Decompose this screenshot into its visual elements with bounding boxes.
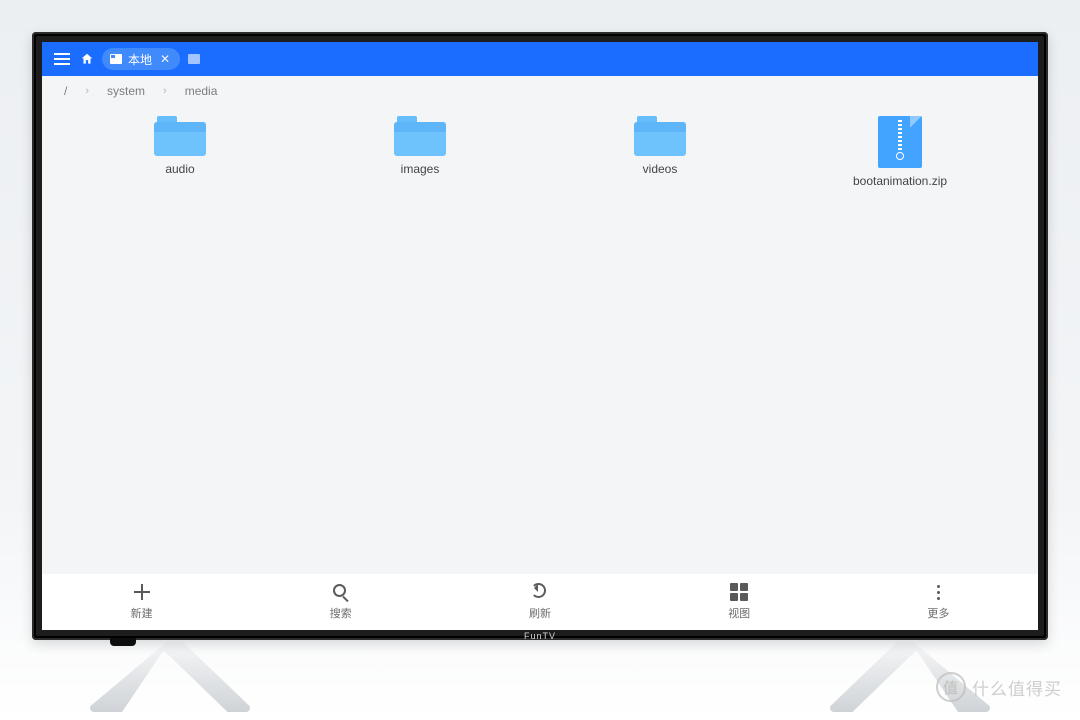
view-button[interactable]: 视图	[640, 574, 839, 630]
breadcrumb-system[interactable]: system	[107, 84, 145, 98]
file-label: audio	[80, 162, 280, 176]
file-label: bootanimation.zip	[800, 174, 1000, 188]
folder-icon	[154, 116, 206, 156]
search-button[interactable]: 搜索	[241, 574, 440, 630]
grid-view-icon	[730, 583, 748, 601]
tv-ir-sensor	[110, 638, 136, 646]
file-label: images	[320, 162, 520, 176]
toolbar-label: 更多	[927, 605, 949, 621]
close-icon[interactable]: ✕	[158, 52, 172, 66]
refresh-icon	[531, 583, 549, 601]
watermark-text: 什么值得买	[972, 675, 1062, 700]
menu-icon[interactable]	[52, 49, 72, 69]
folder-icon	[394, 116, 446, 156]
file-grid: audio images videos bootanimation.zip	[42, 106, 1038, 574]
tab-label: 本地	[128, 51, 152, 68]
toolbar-label: 搜索	[330, 605, 352, 621]
folder-icon	[634, 116, 686, 156]
zip-icon	[878, 116, 922, 168]
tv-brand-label: FunTV	[524, 631, 556, 641]
chevron-right-icon: ›	[85, 85, 89, 97]
breadcrumb-root[interactable]: /	[64, 84, 67, 98]
watermark-badge: 值	[936, 672, 966, 702]
file-label: videos	[560, 162, 760, 176]
breadcrumb: / › system › media	[42, 76, 1038, 106]
title-bar: 本地 ✕	[42, 42, 1038, 76]
disk-icon	[110, 54, 122, 64]
new-tab-icon[interactable]	[188, 54, 200, 64]
toolbar-label: 视图	[728, 605, 750, 621]
plus-icon	[133, 583, 151, 601]
breadcrumb-media[interactable]: media	[185, 84, 218, 98]
location-tab[interactable]: 本地 ✕	[102, 48, 180, 70]
watermark: 值 什么值得买	[936, 672, 1062, 702]
more-button[interactable]: 更多	[839, 574, 1038, 630]
more-vertical-icon	[929, 583, 947, 601]
folder-audio[interactable]: audio	[80, 116, 280, 236]
toolbar-label: 新建	[131, 605, 153, 621]
tv-stand-leg-left	[90, 642, 250, 712]
chevron-right-icon: ›	[163, 85, 167, 97]
file-manager-screen: 本地 ✕ / › system › media audio	[42, 42, 1038, 630]
home-icon[interactable]	[80, 52, 94, 66]
file-bootanimation-zip[interactable]: bootanimation.zip	[800, 116, 1000, 236]
folder-images[interactable]: images	[320, 116, 520, 236]
bottom-toolbar: 新建 搜索 刷新 视图 更多	[42, 574, 1038, 630]
folder-videos[interactable]: videos	[560, 116, 760, 236]
tv-frame: 本地 ✕ / › system › media audio	[32, 32, 1048, 640]
toolbar-label: 刷新	[529, 605, 551, 621]
new-button[interactable]: 新建	[42, 574, 241, 630]
refresh-button[interactable]: 刷新	[440, 574, 639, 630]
search-icon	[332, 583, 350, 601]
